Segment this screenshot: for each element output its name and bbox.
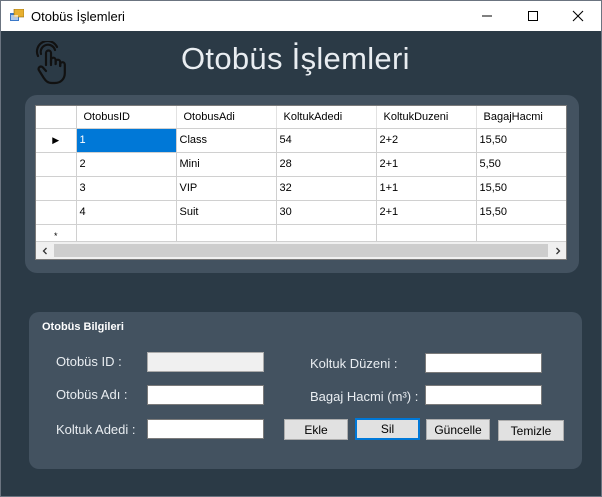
- table-cell[interactable]: VIP: [176, 176, 277, 201]
- column-header-koltukadedi[interactable]: KoltukAdedi: [276, 106, 377, 129]
- scroll-left-button[interactable]: [36, 242, 53, 259]
- table-row[interactable]: 4 Suit 30 2+1 15,50: [36, 200, 566, 225]
- window-title: Otobüs İşlemleri: [31, 9, 125, 24]
- otobus-adi-label: Otobüs Adı :: [56, 387, 128, 402]
- table-header-row: OtobusID OtobusAdi KoltukAdedi KoltukDuz…: [36, 106, 566, 129]
- table-cell[interactable]: 1: [76, 128, 177, 153]
- scrollbar-thumb[interactable]: [54, 244, 548, 257]
- row-header[interactable]: [36, 200, 77, 225]
- koltuk-duzeni-label: Koltuk Düzeni :: [310, 356, 398, 371]
- table-cell[interactable]: 15,50: [476, 200, 566, 225]
- row-header[interactable]: [36, 176, 77, 201]
- table-cell[interactable]: 5,50: [476, 152, 566, 177]
- scroll-right-button[interactable]: [549, 242, 566, 259]
- close-button[interactable]: [555, 1, 601, 31]
- column-header-bagajhacmi[interactable]: BagajHacmi: [476, 106, 566, 129]
- table-cell[interactable]: 54: [276, 128, 377, 153]
- table-row[interactable]: 2 Mini 28 2+1 5,50: [36, 152, 566, 177]
- table-cell[interactable]: 2: [76, 152, 177, 177]
- maximize-button[interactable]: [510, 1, 556, 31]
- table-cell[interactable]: 4: [76, 200, 177, 225]
- table-cell[interactable]: 32: [276, 176, 377, 201]
- row-header[interactable]: [36, 152, 77, 177]
- otobus-adi-input[interactable]: [147, 385, 264, 405]
- minimize-icon: [482, 15, 492, 17]
- current-row-indicator[interactable]: ▶: [36, 128, 77, 153]
- koltuk-adedi-input[interactable]: [147, 419, 264, 439]
- bagaj-hacmi-input[interactable]: [425, 385, 542, 405]
- table-cell[interactable]: 3: [76, 176, 177, 201]
- chevron-right-icon: [555, 247, 560, 254]
- grid-panel: OtobusID OtobusAdi KoltukAdedi KoltukDuz…: [25, 95, 579, 273]
- bus-info-panel: Otobüs Bilgileri Otobüs ID : Otobüs Adı …: [29, 312, 582, 469]
- koltuk-adedi-label: Koltuk Adedi :: [56, 422, 136, 437]
- minimize-button[interactable]: [464, 1, 510, 31]
- info-panel-title: Otobüs Bilgileri: [42, 321, 124, 333]
- temizle-button[interactable]: Temizle: [498, 420, 564, 441]
- touch-hand-icon: [35, 41, 66, 85]
- bagaj-hacmi-label: Bagaj Hacmi (m³) :: [310, 389, 419, 404]
- table-cell[interactable]: 28: [276, 152, 377, 177]
- table-cell[interactable]: 2+2: [376, 128, 477, 153]
- chevron-left-icon: [42, 247, 47, 254]
- page-title: Otobüs İşlemleri: [181, 41, 410, 76]
- table-cell[interactable]: 1+1: [376, 176, 477, 201]
- app-window: Otobüs İşlemleri Otobüs İşlemleri Otobus…: [0, 0, 602, 497]
- column-header-otobusid[interactable]: OtobusID: [76, 106, 177, 129]
- close-icon: [572, 10, 584, 22]
- bus-data-grid[interactable]: OtobusID OtobusAdi KoltukAdedi KoltukDuz…: [35, 105, 567, 260]
- table-row[interactable]: 3 VIP 32 1+1 15,50: [36, 176, 566, 201]
- table-row[interactable]: ▶ 1 Class 54 2+2 15,50: [36, 128, 566, 153]
- column-header-otobusadi[interactable]: OtobusAdi: [176, 106, 277, 129]
- table-cell[interactable]: 2+1: [376, 152, 477, 177]
- otobus-id-input[interactable]: [147, 352, 264, 372]
- table-cell[interactable]: 15,50: [476, 176, 566, 201]
- table-cell[interactable]: Class: [176, 128, 277, 153]
- sil-button[interactable]: Sil: [355, 418, 420, 440]
- table-cell[interactable]: Suit: [176, 200, 277, 225]
- row-header-corner[interactable]: [36, 106, 77, 129]
- table-cell[interactable]: 2+1: [376, 200, 477, 225]
- ekle-button[interactable]: Ekle: [284, 419, 348, 440]
- horizontal-scrollbar[interactable]: [36, 241, 566, 259]
- table-cell[interactable]: 30: [276, 200, 377, 225]
- app-icon: [10, 9, 24, 21]
- column-header-koltukduzeni[interactable]: KoltukDuzeni: [376, 106, 477, 129]
- table-cell[interactable]: 15,50: [476, 128, 566, 153]
- title-bar[interactable]: Otobüs İşlemleri: [1, 1, 601, 31]
- maximize-icon: [528, 11, 538, 21]
- table-cell[interactable]: Mini: [176, 152, 277, 177]
- bus-table: OtobusID OtobusAdi KoltukAdedi KoltukDuz…: [36, 106, 566, 249]
- koltuk-duzeni-input[interactable]: [425, 353, 542, 373]
- guncelle-button[interactable]: Güncelle: [426, 419, 490, 440]
- otobus-id-label: Otobüs ID :: [56, 354, 122, 369]
